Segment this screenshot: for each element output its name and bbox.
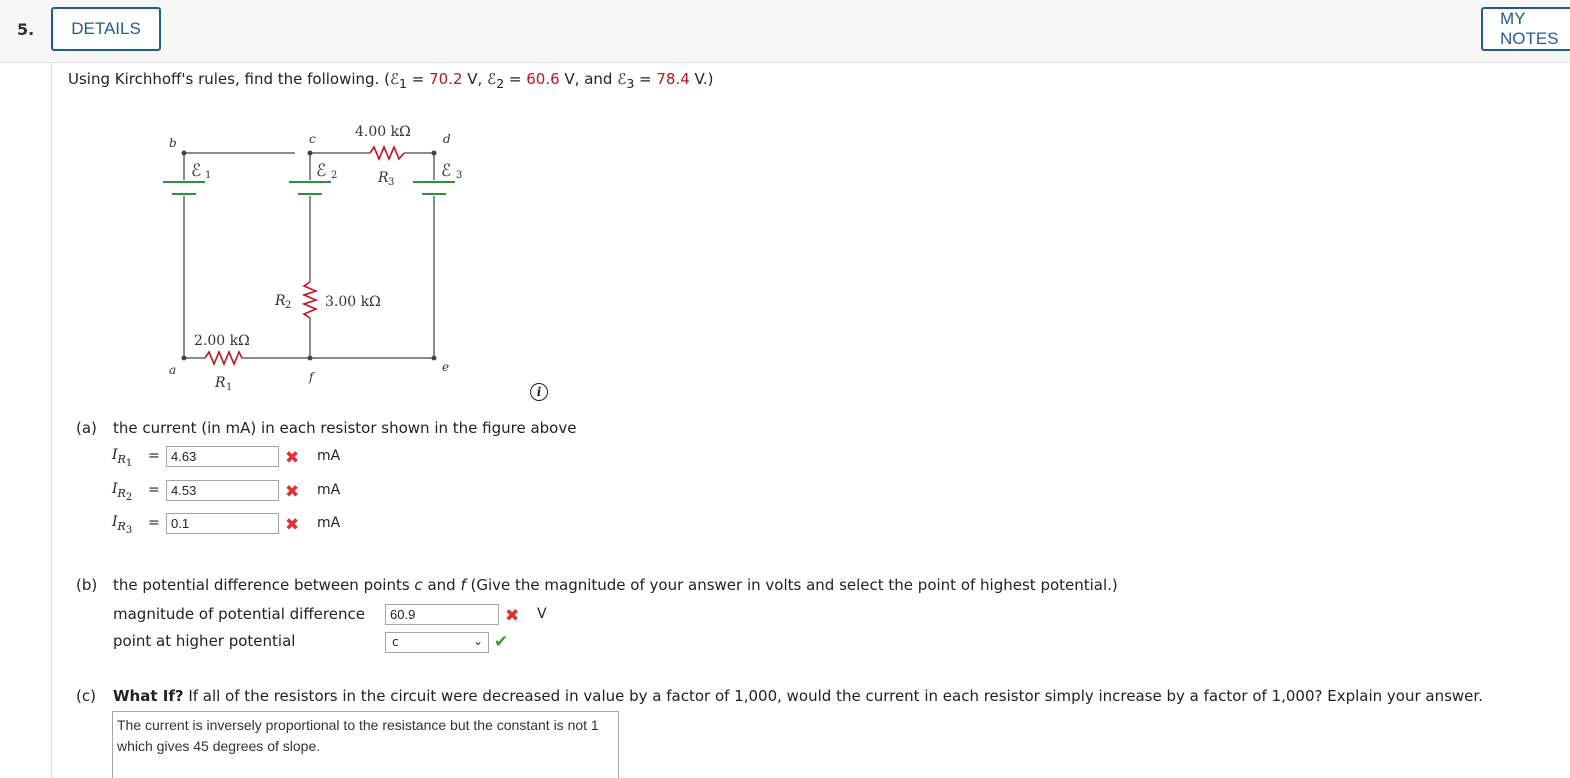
details-button[interactable]: DETAILS — [51, 7, 161, 51]
emf2-label-sub: 2 — [331, 170, 337, 181]
ir2-incorrect-icon: ✖ — [285, 482, 300, 502]
emf1-value: 70.2 — [429, 70, 463, 88]
part-a-label: (a) — [76, 419, 97, 437]
question-header: 5. DETAILS MY NOTES — [0, 0, 1570, 63]
prompt-eq2: = — [504, 70, 527, 88]
emf3-label-sub: 3 — [456, 170, 462, 181]
r2-name-sub: 2 — [285, 300, 291, 311]
r2-value-label: 3.00 kΩ — [325, 294, 381, 310]
higher-potential-value: c — [392, 635, 399, 649]
magnitude-label: magnitude of potential difference — [113, 605, 365, 623]
prompt-lead: Using Kirchhoff's rules, find the follow… — [68, 70, 390, 88]
ir1-unit: mA — [317, 448, 341, 464]
ir2-label: IR2 — [112, 481, 133, 503]
chevron-down-icon: ⌄ — [472, 634, 483, 648]
ir3-unit: mA — [317, 515, 341, 531]
ir1-incorrect-icon: ✖ — [285, 448, 300, 468]
ir1-label: IR1 — [112, 447, 133, 469]
emf1-label-sub: 1 — [205, 170, 211, 181]
emf2-label: ℰ — [316, 161, 326, 181]
part-a-text: the current (in mA) in each resistor sho… — [113, 419, 577, 437]
r1-name-sub: 1 — [226, 382, 232, 392]
higher-potential-label: point at higher potential — [113, 632, 296, 650]
ir3-input[interactable]: 0.1 — [166, 513, 279, 534]
higher-potential-correct-icon: ✔ — [494, 632, 509, 652]
emf2-value: 60.6 — [526, 70, 560, 88]
ir2-equals: = — [148, 482, 160, 498]
emf1-label: ℰ — [191, 161, 201, 181]
node-d-label: d — [443, 132, 451, 146]
question-prompt: Using Kirchhoff's rules, find the follow… — [68, 70, 714, 91]
ir2-unit: mA — [317, 482, 341, 498]
r3-name-sub: 3 — [388, 177, 394, 188]
emf2-symbol: ℰ — [487, 70, 497, 88]
circuit-diagram: b c d a f e ℰ 1 ℰ 2 ℰ 3 4.00 kΩ R 3 R 2 … — [163, 124, 462, 392]
node-a-label: a — [169, 363, 176, 377]
node-c-label: c — [309, 132, 316, 146]
prompt-eq1: = — [407, 70, 430, 88]
magnitude-incorrect-icon: ✖ — [505, 606, 520, 626]
explanation-textarea[interactable]: The current is inversely proportional to… — [112, 711, 619, 778]
part-b-text: the potential difference between points … — [113, 576, 1118, 594]
node-e-label: e — [442, 360, 449, 374]
part-b-label: (b) — [76, 576, 98, 594]
my-notes-button[interactable]: MY NOTES — [1481, 7, 1570, 51]
r1-value-label: 2.00 kΩ — [194, 333, 250, 349]
ir3-equals: = — [148, 515, 160, 531]
emf3-label: ℰ — [441, 161, 451, 181]
r3-value-label: 4.00 kΩ — [355, 124, 411, 140]
emf1-symbol: ℰ — [389, 70, 400, 88]
emf3-value: 78.4 — [656, 70, 690, 88]
magnitude-input[interactable]: 60.9 — [385, 604, 499, 625]
emf1-sub: 1 — [399, 76, 407, 91]
emf2-sub: 2 — [496, 76, 505, 91]
ir3-label: IR3 — [112, 514, 133, 536]
emf3-symbol: ℰ — [617, 70, 627, 88]
prompt-eq3: = — [634, 70, 657, 88]
ir1-input[interactable]: 4.63 — [166, 446, 279, 467]
part-c-text: What If? If all of the resistors in the … — [113, 687, 1483, 705]
prompt-tail: V.) — [689, 70, 714, 88]
ir1-equals: = — [148, 448, 160, 464]
info-icon[interactable]: i — [530, 383, 548, 401]
magnitude-unit: V — [537, 606, 547, 622]
ir2-input[interactable]: 4.53 — [166, 480, 279, 501]
prompt-sep2: V, and — [559, 70, 618, 88]
prompt-sep1: V, — [462, 70, 488, 88]
higher-potential-select[interactable]: c ⌄ — [385, 632, 489, 653]
content-divider — [51, 63, 52, 778]
node-b-label: b — [169, 136, 177, 150]
ir3-incorrect-icon: ✖ — [285, 515, 300, 535]
node-f-label: f — [308, 370, 316, 384]
r1-name-label: R — [214, 375, 226, 391]
part-c-label: (c) — [76, 687, 96, 705]
question-number: 5. — [17, 20, 35, 39]
